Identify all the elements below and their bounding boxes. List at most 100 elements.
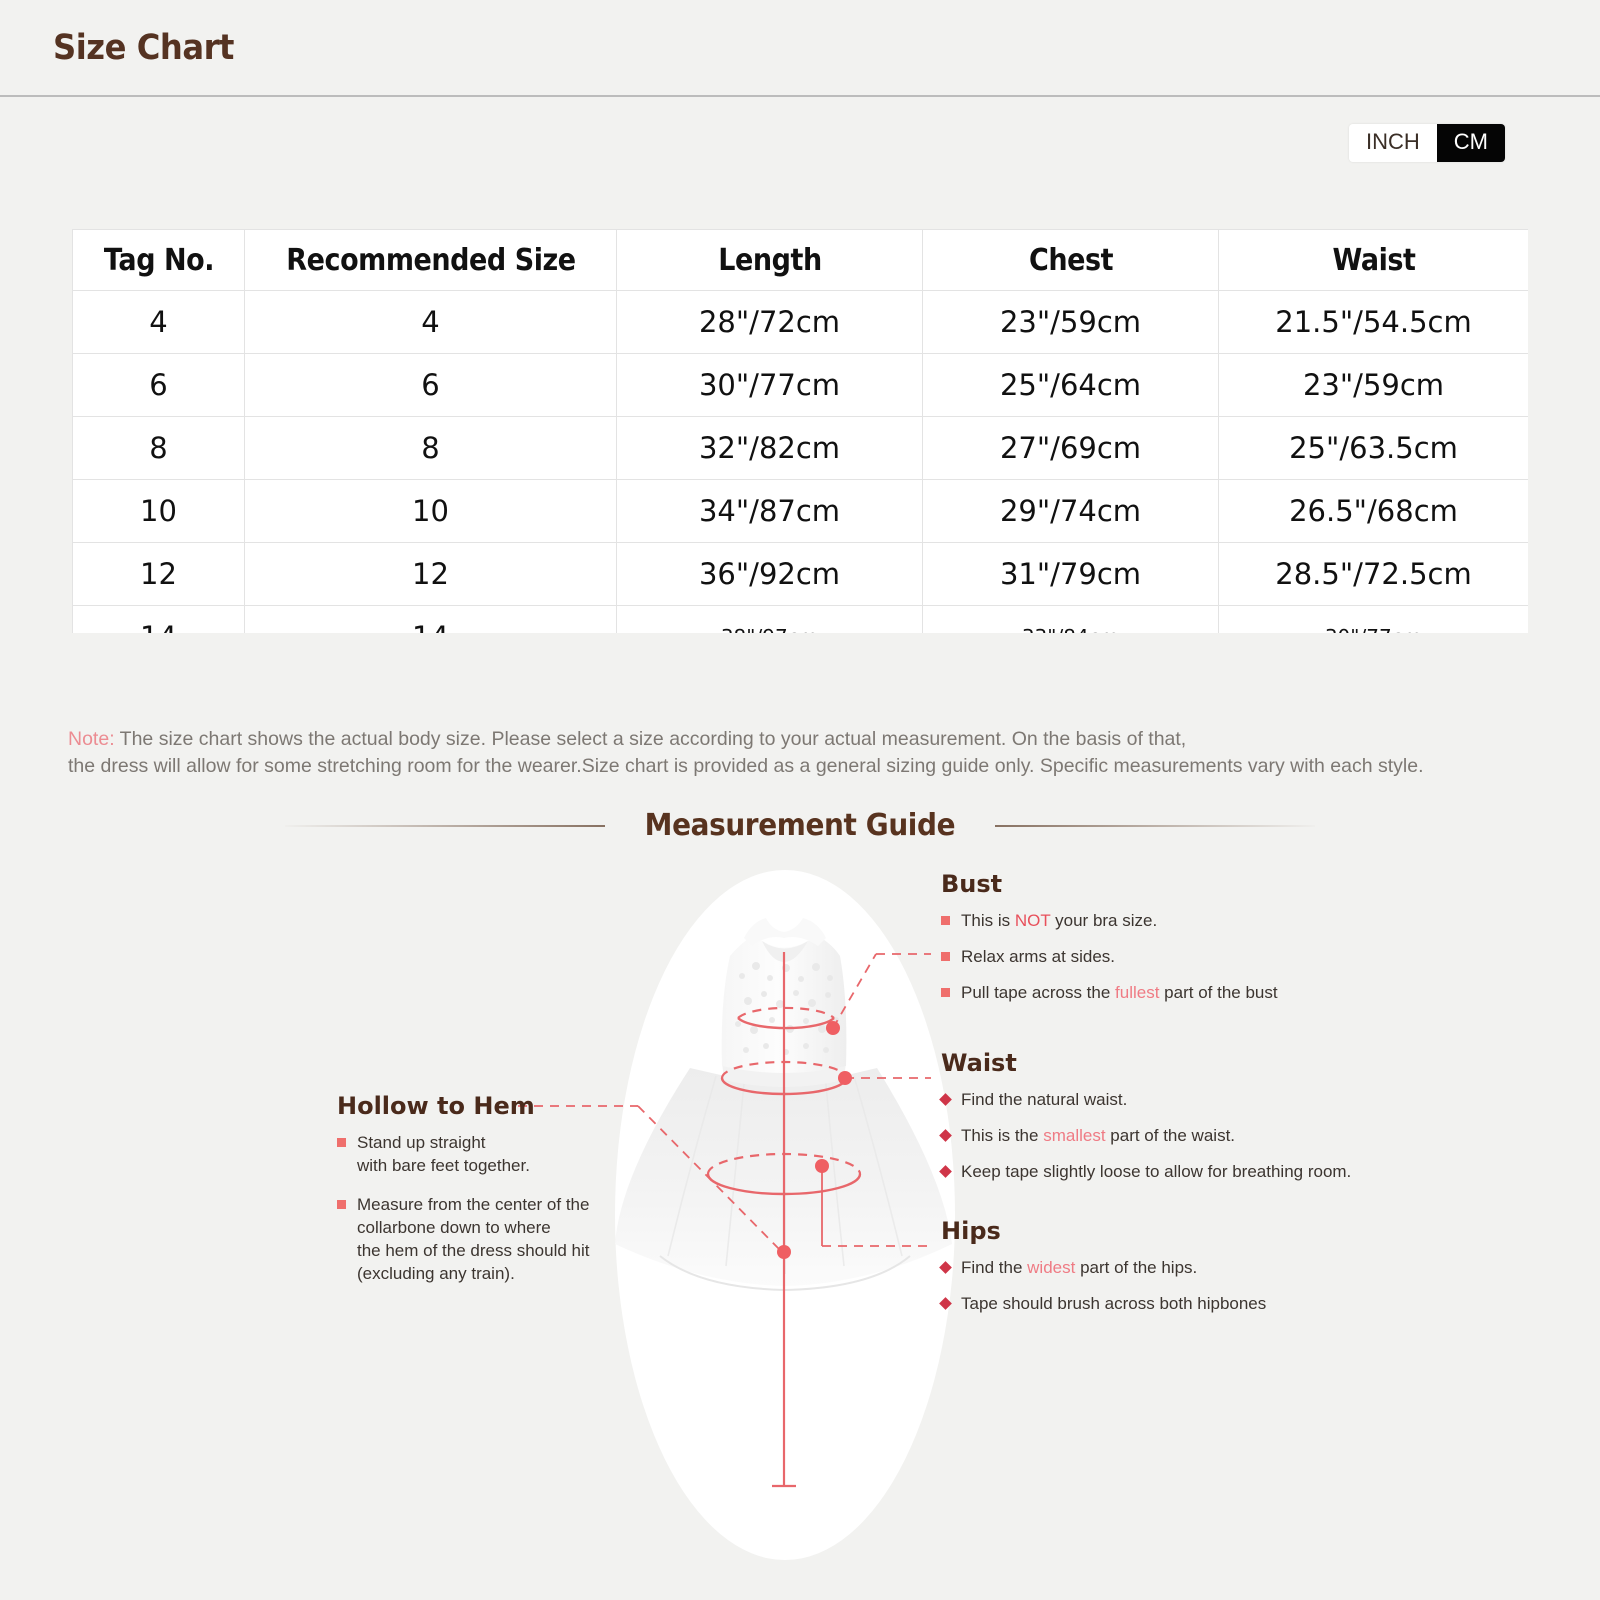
square-bullet-icon: [337, 1138, 346, 1147]
cell-waist: 26.5"/68cm: [1218, 479, 1528, 543]
cell-chest: 31"/79cm: [922, 542, 1219, 606]
guide-title-hollow-to-hem: Hollow to Hem: [337, 1092, 535, 1120]
note-line-2: the dress will allow for some stretching…: [68, 755, 1424, 777]
cell-length: 28"/72cm: [616, 290, 923, 354]
cell-tag-no: 8: [72, 416, 245, 480]
cell-length: 36"/92cm: [616, 542, 923, 606]
text-pre: Find the: [961, 1258, 1028, 1277]
cell-chest: 33"/84cm: [922, 605, 1219, 633]
column-header-length: Length: [631, 229, 908, 291]
column-header-waist: Waist: [1233, 229, 1514, 291]
text-pre: Pull tape across the: [961, 983, 1116, 1002]
guide-item: Keep tape slightly loose to allow for br…: [939, 1160, 1401, 1183]
bust-leader-line: [832, 953, 931, 1029]
unit-toggle[interactable]: INCH CM: [1349, 124, 1505, 162]
guide-item-text: Pull tape across the fullest part of the…: [961, 981, 1278, 1004]
diamond-bullet-icon: [939, 1093, 952, 1106]
guide-item-text: Relax arms at sides.: [961, 945, 1115, 968]
cell-rec-size: 6: [244, 353, 617, 417]
guide-item-text: Measure from the center of the collarbon…: [357, 1195, 590, 1283]
table-row: 10 10 34"/87cm 29"/74cm 26.5"/68cm: [72, 479, 1528, 543]
cell-length: 34"/87cm: [616, 479, 923, 543]
text-pre: Keep tape slightly loose to allow for br…: [961, 1162, 1352, 1181]
cell-length: 38"/97cm: [616, 605, 923, 633]
measurement-guide-title: Measurement Guide: [644, 808, 956, 843]
cell-length: 32"/82cm: [616, 416, 923, 480]
text-highlight: smallest: [1043, 1126, 1106, 1145]
text-highlight: NOT: [1014, 911, 1051, 930]
heading-rule-right: [994, 824, 1315, 827]
cell-waist: 28.5"/72.5cm: [1218, 542, 1528, 606]
guide-item: Relax arms at sides.: [941, 945, 1371, 968]
guide-title-bust: Bust: [941, 870, 1003, 898]
cell-chest: 29"/74cm: [922, 479, 1219, 543]
table-row: 12 12 36"/92cm 31"/79cm 28.5"/72.5cm: [72, 542, 1528, 606]
text-post: part of the waist.: [1105, 1126, 1236, 1145]
table-row: 8 8 32"/82cm 27"/69cm 25"/63.5cm: [72, 416, 1528, 480]
guide-item: This is the smallest part of the waist.: [939, 1124, 1401, 1147]
size-table-container: Tag No. Recommended Size Length Chest Wa…: [72, 229, 1528, 633]
cell-rec-size: 4: [244, 290, 617, 354]
text-pre: Find the natural waist.: [961, 1090, 1128, 1109]
guide-item: This is NOT your bra size.: [941, 909, 1371, 932]
cell-chest: 25"/64cm: [922, 353, 1219, 417]
cell-waist: 25"/63.5cm: [1218, 416, 1528, 480]
guide-block-waist: Waist Find the natural waist. This is th…: [939, 1049, 1401, 1196]
measure-point-dots: [777, 1021, 852, 1259]
square-bullet-icon: [941, 988, 950, 997]
square-bullet-icon: [941, 952, 950, 961]
text-post: part of the hips.: [1075, 1258, 1198, 1277]
table-header-row: Tag No. Recommended Size Length Chest Wa…: [73, 229, 1529, 291]
diamond-bullet-icon: [939, 1165, 952, 1178]
note-label: Note:: [68, 728, 115, 750]
guide-item: Find the widest part of the hips.: [939, 1256, 1371, 1279]
measurement-illustration: Bust This is NOT your bra size. Relax ar…: [0, 856, 1600, 1600]
column-header-tag-no: Tag No.: [80, 229, 237, 291]
guide-item: Stand up straight with bare feet togethe…: [337, 1131, 637, 1177]
guide-item-text: Tape should brush across both hipbones: [961, 1292, 1266, 1315]
guide-item: Tape should brush across both hipbones: [939, 1292, 1371, 1315]
guide-item-text: Keep tape slightly loose to allow for br…: [961, 1160, 1351, 1183]
note-line-1: The size chart shows the actual body siz…: [114, 728, 1187, 750]
guide-item: Find the natural waist.: [939, 1088, 1401, 1111]
cell-tag-no: 4: [72, 290, 245, 354]
text-post: your bra size.: [1050, 911, 1158, 930]
guide-item: Pull tape across the fullest part of the…: [941, 981, 1371, 1004]
guide-title-waist: Waist: [941, 1049, 1017, 1077]
diamond-bullet-icon: [939, 1261, 952, 1274]
text-pre: Tape should brush across both hipbones: [961, 1294, 1267, 1313]
text-pre: This is: [961, 911, 1015, 930]
column-header-chest: Chest: [936, 229, 1205, 291]
guide-item-text: This is the smallest part of the waist.: [961, 1124, 1235, 1147]
guide-title-hips: Hips: [941, 1217, 1001, 1245]
diamond-bullet-icon: [939, 1129, 952, 1142]
cell-waist: 23"/59cm: [1218, 353, 1528, 417]
size-chart-table: Tag No. Recommended Size Length Chest Wa…: [72, 229, 1528, 633]
heading-rule-left: [285, 824, 606, 827]
guide-item-text: Stand up straight with bare feet togethe…: [357, 1133, 530, 1175]
page-header: Size Chart: [0, 0, 1600, 97]
cell-rec-size: 12: [244, 542, 617, 606]
guide-item-text: Find the widest part of the hips.: [961, 1256, 1197, 1279]
table-row: 14 14 38"/97cm 33"/84cm 30"/77cm: [72, 605, 1528, 633]
cell-waist: 30"/77cm: [1218, 605, 1528, 633]
bust-measure-ellipse: [737, 1006, 835, 1030]
unit-toggle-inch[interactable]: INCH: [1349, 124, 1437, 162]
square-bullet-icon: [941, 916, 950, 925]
text-pre: Relax arms at sides.: [961, 947, 1115, 966]
guide-block-hips: Hips Find the widest part of the hips. T…: [939, 1217, 1371, 1328]
diamond-bullet-icon: [939, 1297, 952, 1310]
cell-tag-no: 12: [72, 542, 245, 606]
text-pre: This is the: [961, 1126, 1044, 1145]
page-title: Size Chart: [53, 27, 234, 68]
cell-tag-no: 14: [72, 605, 245, 633]
guide-block-bust: Bust This is NOT your bra size. Relax ar…: [941, 870, 1371, 1017]
cell-chest: 27"/69cm: [922, 416, 1219, 480]
column-header-recommended-size: Recommended Size: [262, 229, 599, 291]
cell-length: 30"/77cm: [616, 353, 923, 417]
guide-item: Measure from the center of the collarbon…: [337, 1193, 637, 1285]
guide-block-hollow-to-hem: Hollow to Hem Stand up straight with bar…: [337, 1092, 637, 1301]
cell-rec-size: 14: [244, 605, 617, 633]
unit-toggle-cm[interactable]: CM: [1436, 124, 1505, 162]
cell-waist: 21.5"/54.5cm: [1218, 290, 1528, 354]
